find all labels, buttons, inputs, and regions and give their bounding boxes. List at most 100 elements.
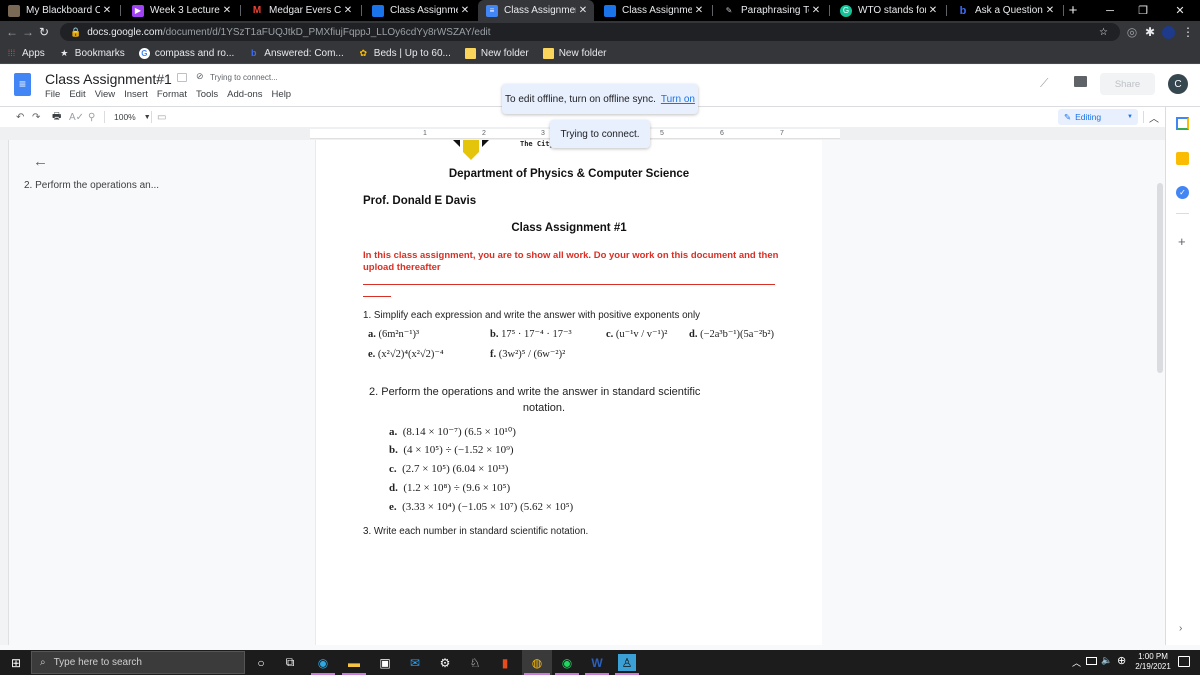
volume-icon[interactable]: 🔈 [1101,655,1112,666]
menu-view[interactable]: View [95,89,115,100]
vertical-ruler[interactable] [0,140,9,645]
cortana-icon[interactable]: ○ [252,654,270,671]
action-center-icon[interactable] [1178,656,1190,667]
tab-ask-question[interactable]: b Ask a Question | ba ✕ [949,0,1061,21]
browser-toolbar: ← → ↻ 🔒 docs.google.com/document/d/1YSzT… [0,21,1200,43]
battery-icon[interactable] [1086,657,1097,665]
word-icon[interactable]: W [588,654,606,671]
outline-item[interactable]: 2. Perform the operations an... [24,180,159,191]
tab-my-blackboard[interactable]: My Blackboard Con ✕ [0,0,118,21]
windows-start-icon[interactable]: ⊞ [7,654,25,671]
feedback-icon[interactable]: ♘ [466,654,484,671]
edge-icon[interactable]: ◉ [314,654,332,671]
extensions-puzzle-icon[interactable]: ✱ [1142,24,1158,40]
tasks-icon[interactable]: ✓ [1176,186,1189,199]
bookmark-bookmarks[interactable]: ★ Bookmarks [59,48,125,59]
share-button[interactable]: Share [1100,73,1155,95]
bookmark-beds[interactable]: ✿ Beds | Up to 60... [358,48,451,59]
close-icon[interactable]: ✕ [458,5,472,16]
show-hidden-icons[interactable]: ︿ [1072,656,1081,669]
logo-right-wing [482,140,489,147]
collapse-menus-icon[interactable]: ︿ [1149,110,1159,125]
address-bar[interactable]: 🔒 docs.google.com/document/d/1YSzT1aFUQJ… [60,23,1120,41]
zoom-select[interactable]: 100% ▼ [114,110,151,124]
tab-class-assignment-classroom-2[interactable]: Class Assignment # ✕ [596,0,710,21]
activity-dashboard-icon[interactable]: ⟋ [1040,76,1048,91]
extension-icon[interactable]: ◎ [1124,24,1140,40]
turn-on-offline-link[interactable]: Turn on [661,94,695,105]
network-globe-icon[interactable]: ⊕ [1117,654,1126,667]
comment-history-icon[interactable] [1074,76,1087,87]
minimize-button[interactable]: ─ [1095,0,1125,21]
new-tab-button[interactable]: + [1058,0,1088,21]
profile-avatar[interactable] [1160,24,1176,40]
menu-file[interactable]: File [45,89,60,100]
chrome-icon[interactable]: ◍ [528,654,546,671]
add-comment-icon[interactable]: ▭ [157,110,166,124]
task-view-icon[interactable]: ⧉ [281,654,299,671]
editing-mode-select[interactable]: ✎ Editing ▼ [1058,109,1138,125]
document-page[interactable]: The City Department of Physics & Compute… [316,140,822,645]
close-icon[interactable]: ✕ [809,5,823,16]
close-icon[interactable]: ✕ [100,5,114,16]
move-folder-icon[interactable] [177,73,187,82]
file-explorer-icon[interactable]: ▬ [345,654,363,671]
close-icon[interactable]: ✕ [926,5,940,16]
close-window-button[interactable]: ✕ [1165,0,1195,21]
close-icon[interactable]: ✕ [220,5,234,16]
close-icon[interactable]: ✕ [576,5,590,16]
print-icon[interactable]: 🖶 [52,110,61,124]
add-on-plus-icon[interactable]: + [1178,234,1186,249]
menu-insert[interactable]: Insert [124,89,148,100]
expand-side-panel-icon[interactable]: › [1179,623,1182,634]
close-icon[interactable]: ✕ [692,5,706,16]
tab-week3-lecture[interactable]: ▶ Week 3 Lecture 02/ ✕ [124,0,238,21]
back-button[interactable]: ← [4,24,20,40]
menu-help[interactable]: Help [272,89,292,100]
spotify-icon[interactable]: ◉ [558,654,576,671]
redo-icon[interactable]: ↷ [32,110,40,124]
reload-button[interactable]: ↻ [36,24,52,40]
tab-paraphrasing-tool[interactable]: ✎ Paraphrasing Tool | ✕ [715,0,827,21]
close-outline-back-icon[interactable]: ← [33,153,48,170]
restore-button[interactable]: ❐ [1128,0,1158,21]
office-icon[interactable]: ▮ [496,654,514,671]
tab-class-assignment-classroom[interactable]: Class Assignment # ✕ [364,0,476,21]
keep-icon[interactable] [1176,152,1189,165]
system-clock[interactable]: 1:00 PM 2/19/2021 [1134,652,1172,672]
docs-logo-icon[interactable]: ≡ [14,73,31,96]
red-divider-short [363,296,391,297]
tab-wto[interactable]: G WTO stands for Org ✕ [832,0,944,21]
bookmark-new-folder-1[interactable]: New folder [464,47,529,59]
mail-icon[interactable]: ✉ [406,654,424,671]
bookmark-apps[interactable]: ⁞⁞⁞ Apps [6,48,45,59]
bookmark-answered[interactable]: b Answered: Com... [248,48,344,59]
calendar-icon[interactable] [1176,117,1189,130]
account-avatar[interactable]: C [1168,74,1188,94]
browser-menu-icon[interactable]: ⋮ [1180,24,1196,40]
tab-medgar-evers[interactable]: M Medgar Evers Colle ✕ [243,0,359,21]
document-scrollbar[interactable] [1157,183,1163,373]
store-icon[interactable]: ▣ [376,654,394,671]
paint-format-icon[interactable]: ⚲ [88,110,95,124]
taskbar-search-box[interactable]: ⌕ Type here to search [31,651,245,674]
q1-item-d: d. (−2a³b⁻¹)(5a⁻²b²) [689,329,774,340]
tab-class-assignment-docs[interactable]: ≡ Class Assignment#1 ✕ [478,0,594,21]
star-icon[interactable]: ☆ [158,72,168,85]
menu-tools[interactable]: Tools [196,89,218,100]
bookmark-compass[interactable]: G compass and ro... [138,47,234,59]
document-title[interactable]: Class Assignment#1 [45,71,172,87]
bookmark-new-folder-2[interactable]: New folder [542,47,607,59]
close-icon[interactable]: ✕ [341,5,355,16]
forward-button[interactable]: → [20,24,36,40]
settings-icon[interactable]: ⚙ [436,654,454,671]
undo-icon[interactable]: ↶ [16,110,24,124]
close-icon[interactable]: ✕ [1043,5,1057,16]
bookmark-star-icon[interactable]: ☆ [1099,27,1108,38]
question-3-prompt: 3. Write each number in standard scienti… [363,526,589,537]
spellcheck-icon[interactable]: A✓ [69,110,84,124]
menu-add-ons[interactable]: Add-ons [227,89,262,100]
kindle-icon[interactable]: ♙ [618,654,636,671]
menu-edit[interactable]: Edit [69,89,85,100]
menu-format[interactable]: Format [157,89,187,100]
